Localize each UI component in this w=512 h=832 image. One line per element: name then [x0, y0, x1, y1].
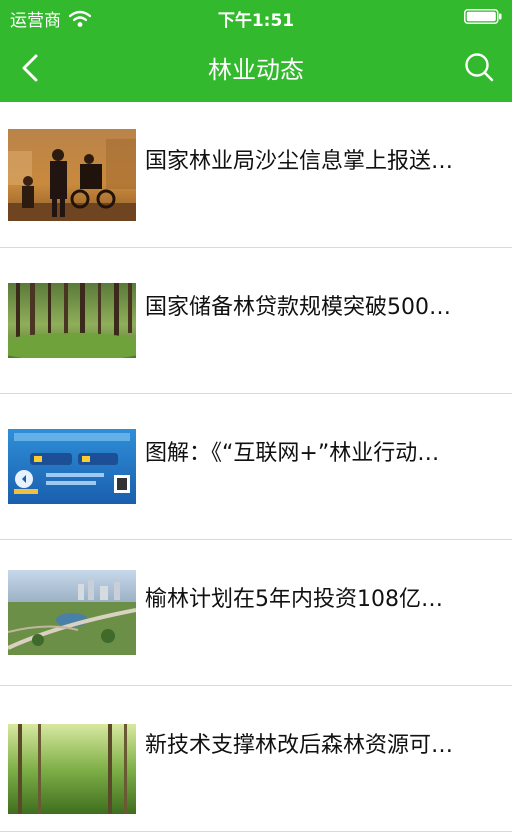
header: 运营商 下午1:51 林业动态 — [0, 0, 512, 102]
nav-bar: 林业动态 — [0, 34, 512, 102]
news-thumbnail — [8, 283, 136, 358]
status-bar: 运营商 下午1:51 — [0, 0, 512, 34]
news-thumbnail — [8, 724, 136, 814]
news-title: 图解：《“互联网+”林业行动… — [145, 441, 440, 466]
battery-icon — [464, 9, 502, 24]
news-list: 国家林业局沙尘信息掌上报送… 国家储备林贷款规模突破500… 图解：《“互联网+… — [0, 102, 512, 832]
news-item[interactable]: 国家林业局沙尘信息掌上报送… — [0, 102, 512, 248]
news-item[interactable]: 国家储备林贷款规模突破500… — [0, 248, 512, 394]
news-title: 榆林计划在5年内投资108亿… — [145, 587, 443, 612]
news-item[interactable]: 榆林计划在5年内投资108亿… — [0, 540, 512, 686]
search-icon — [465, 53, 494, 82]
status-time: 下午1:51 — [217, 11, 295, 31]
news-thumbnail — [8, 570, 136, 655]
news-item[interactable]: 新技术支撑林改后森林资源可… — [0, 686, 512, 832]
news-thumbnail — [8, 129, 136, 221]
news-thumbnail — [8, 429, 136, 504]
news-title: 新技术支撑林改后森林资源可… — [145, 733, 454, 758]
news-title: 国家林业局沙尘信息掌上报送… — [145, 149, 454, 174]
news-title: 国家储备林贷款规模突破500… — [145, 295, 451, 320]
search-button[interactable] — [460, 48, 500, 88]
page-title: 林业动态 — [208, 56, 304, 84]
news-item[interactable]: 图解：《“互联网+”林业行动… — [0, 394, 512, 540]
